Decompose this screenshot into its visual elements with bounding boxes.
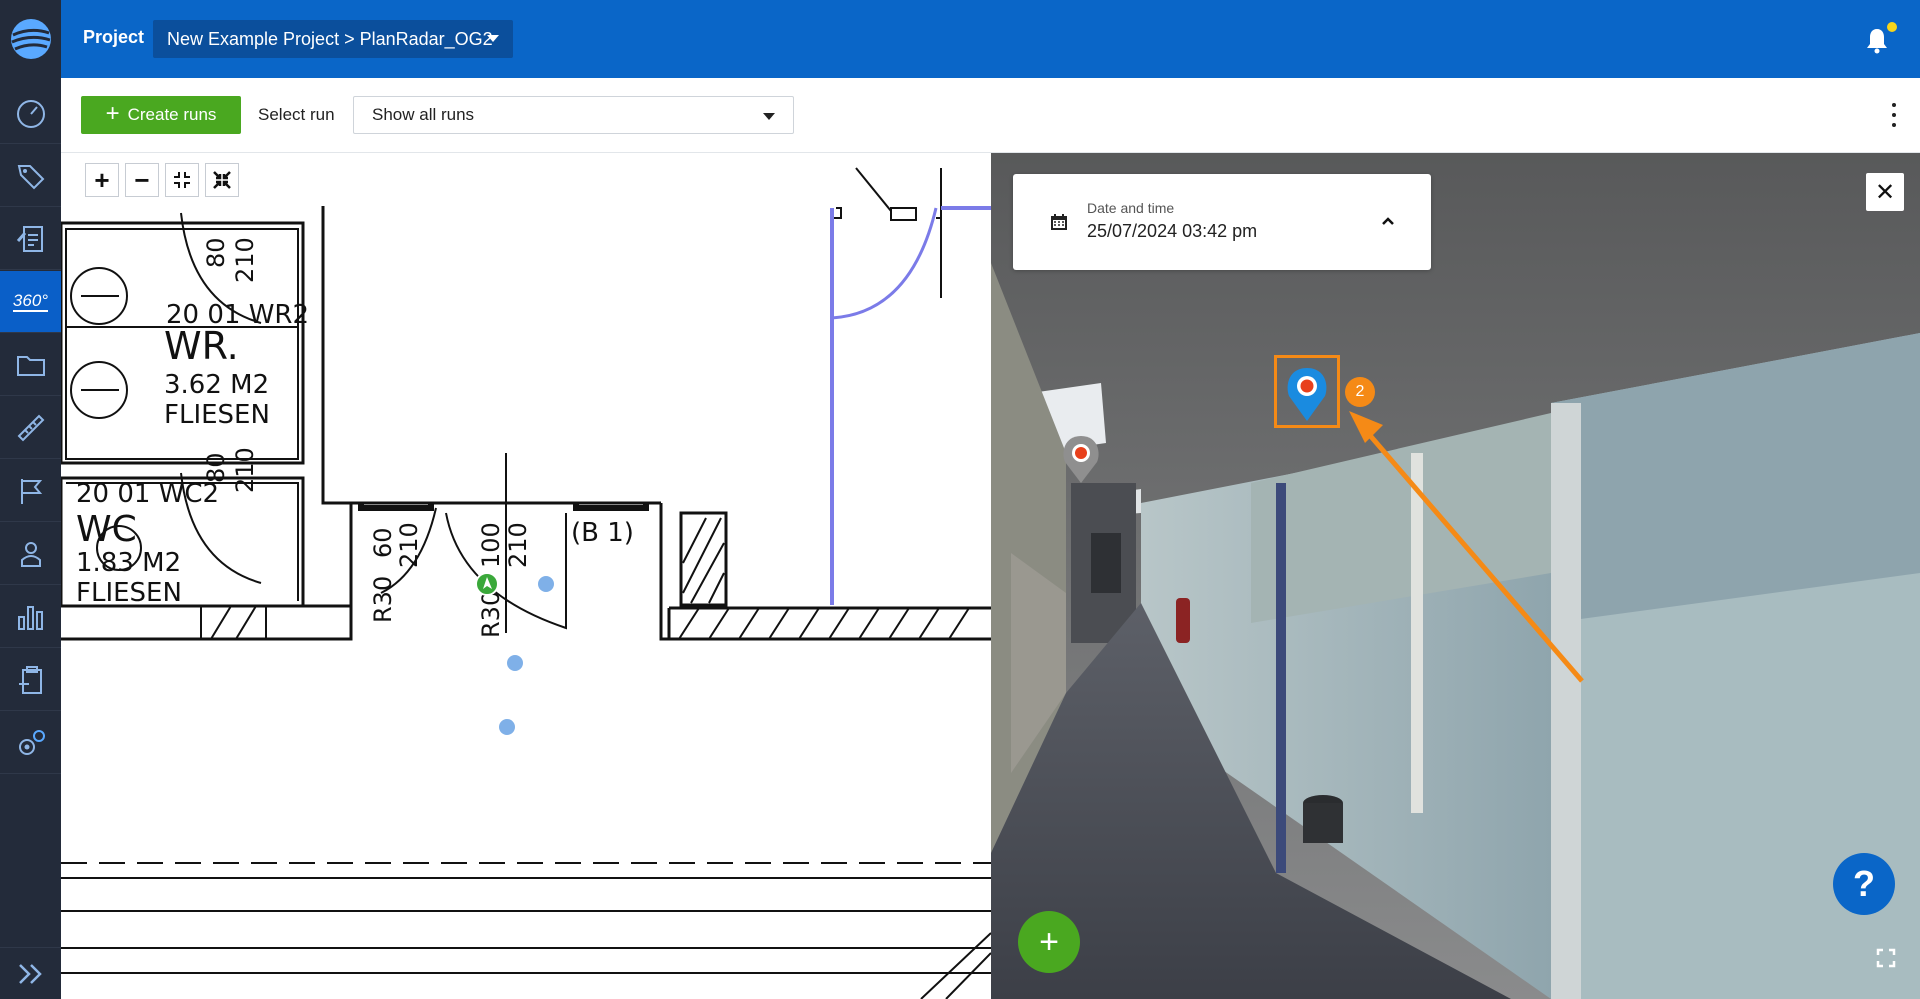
expand-sidebar-button[interactable] [0, 947, 61, 999]
floor-plan-drawing[interactable]: 20 01 WR2 WR. 3.62 M2 FLIESEN 20 01 WC2 … [61, 153, 991, 999]
zoom-out-button[interactable]: − [125, 163, 159, 197]
run-point[interactable] [538, 576, 554, 592]
dashboard-icon [16, 99, 45, 128]
door-height-210a: 210 [231, 237, 259, 283]
help-button[interactable]: ? [1833, 853, 1895, 915]
run-point[interactable] [499, 719, 515, 735]
panorama-image[interactable] [991, 153, 1920, 999]
tag-icon [17, 164, 44, 189]
calendar-icon [1051, 214, 1067, 230]
more-options-icon[interactable] [1890, 103, 1898, 127]
360-icon: 360° [12, 290, 49, 312]
toolbar: + Create runs Select run Show all runs [61, 78, 1920, 153]
door-width-60: 60 [369, 527, 397, 558]
caret-down-icon [763, 113, 775, 120]
chevron-up-icon[interactable] [1381, 214, 1395, 228]
room-area-wr: 3.62 M2 [164, 370, 269, 400]
run-select[interactable]: Show all runs [353, 96, 794, 134]
floor-plan-panel[interactable]: 20 01 WR2 WR. 3.62 M2 FLIESEN 20 01 WC2 … [61, 153, 991, 999]
user-icon [20, 541, 41, 567]
project-label: Project [83, 27, 145, 47]
sidebar-item-360[interactable]: 360° [0, 271, 61, 333]
room-code-wc: 20 01 WC2 [76, 479, 219, 509]
fire-rating-r30b: R30 [477, 591, 505, 638]
door-width-80a: 80 [202, 237, 230, 268]
door-height-210c: 210 [395, 522, 423, 568]
sidebar-item-documents[interactable] [0, 334, 61, 396]
logo-icon [10, 19, 51, 59]
room-name-wr: WR. [164, 324, 239, 368]
plus-icon: + [105, 100, 120, 127]
report-icon [16, 225, 43, 252]
clipboard-icon [18, 665, 42, 694]
notification-bell-icon[interactable] [1864, 26, 1890, 54]
date-time-value: 25/07/2024 03:42 pm [1087, 221, 1258, 241]
planradar-logo[interactable] [0, 0, 61, 78]
sidebar-item-forms[interactable] [0, 649, 61, 711]
room-name-wc: WC [76, 509, 137, 550]
create-runs-label: Create runs [127, 105, 217, 124]
door-height-210b: 210 [231, 447, 259, 493]
notification-dot [1887, 22, 1897, 32]
sidebar: 360° [0, 0, 61, 999]
sidebar-item-users[interactable] [0, 523, 61, 585]
compress-icon [213, 171, 231, 189]
caret-down-icon [487, 35, 499, 42]
door-width-100: 100 [477, 522, 505, 568]
sidebar-item-measure[interactable] [0, 397, 61, 459]
date-time-label: Date and time [1087, 200, 1175, 216]
top-bar: Project New Example Project > PlanRadar_… [61, 0, 1920, 78]
collapse-icon [174, 172, 190, 188]
reset-view-button[interactable] [205, 163, 239, 197]
callout-badge: 2 [1345, 377, 1375, 407]
add-ticket-button[interactable]: + [1018, 911, 1080, 973]
panorama-viewer[interactable]: 2 Date and time 25/07/2024 03:42 pm ✕ + … [991, 153, 1920, 999]
sidebar-item-milestones[interactable] [0, 460, 61, 522]
room-area-wc: 1.83 M2 [76, 548, 181, 578]
statistics-icon [17, 605, 43, 630]
fit-to-screen-button[interactable] [165, 163, 199, 197]
date-time-card[interactable]: Date and time 25/07/2024 03:42 pm [1013, 174, 1431, 270]
run-select-value: Show all runs [372, 105, 475, 124]
zoom-in-button[interactable]: + [85, 163, 119, 197]
select-run-label: Select run [258, 105, 335, 124]
fullscreen-icon[interactable] [1876, 948, 1896, 968]
project-selector[interactable]: New Example Project > PlanRadar_OG2 [153, 20, 513, 58]
sidebar-item-tickets[interactable] [0, 145, 61, 207]
folder-icon [16, 355, 45, 376]
door-height-210d: 210 [504, 522, 532, 568]
sidebar-item-settings[interactable] [0, 712, 61, 774]
run-point[interactable] [507, 655, 523, 671]
flag-icon [20, 478, 42, 504]
door-width-80b: 80 [202, 452, 230, 483]
room-floor-wr: FLIESEN [164, 400, 270, 430]
close-viewer-button[interactable]: ✕ [1866, 173, 1904, 211]
pin-highlight-box [1274, 355, 1340, 428]
double-chevron-right-icon [18, 963, 42, 984]
room-floor-wc: FLIESEN [76, 578, 182, 608]
sidebar-item-dashboard[interactable] [0, 82, 61, 144]
sidebar-item-reports[interactable] [0, 208, 61, 270]
ruler-icon [17, 414, 44, 441]
zoom-controls: + − [85, 163, 239, 197]
create-runs-button[interactable]: + Create runs [81, 96, 241, 134]
settings-icon [18, 729, 45, 755]
project-path: New Example Project > PlanRadar_OG2 [167, 28, 493, 49]
fire-rating-r30a: R30 [369, 576, 397, 623]
label-b1: (B 1) [571, 518, 634, 548]
sidebar-item-statistics[interactable] [0, 586, 61, 648]
